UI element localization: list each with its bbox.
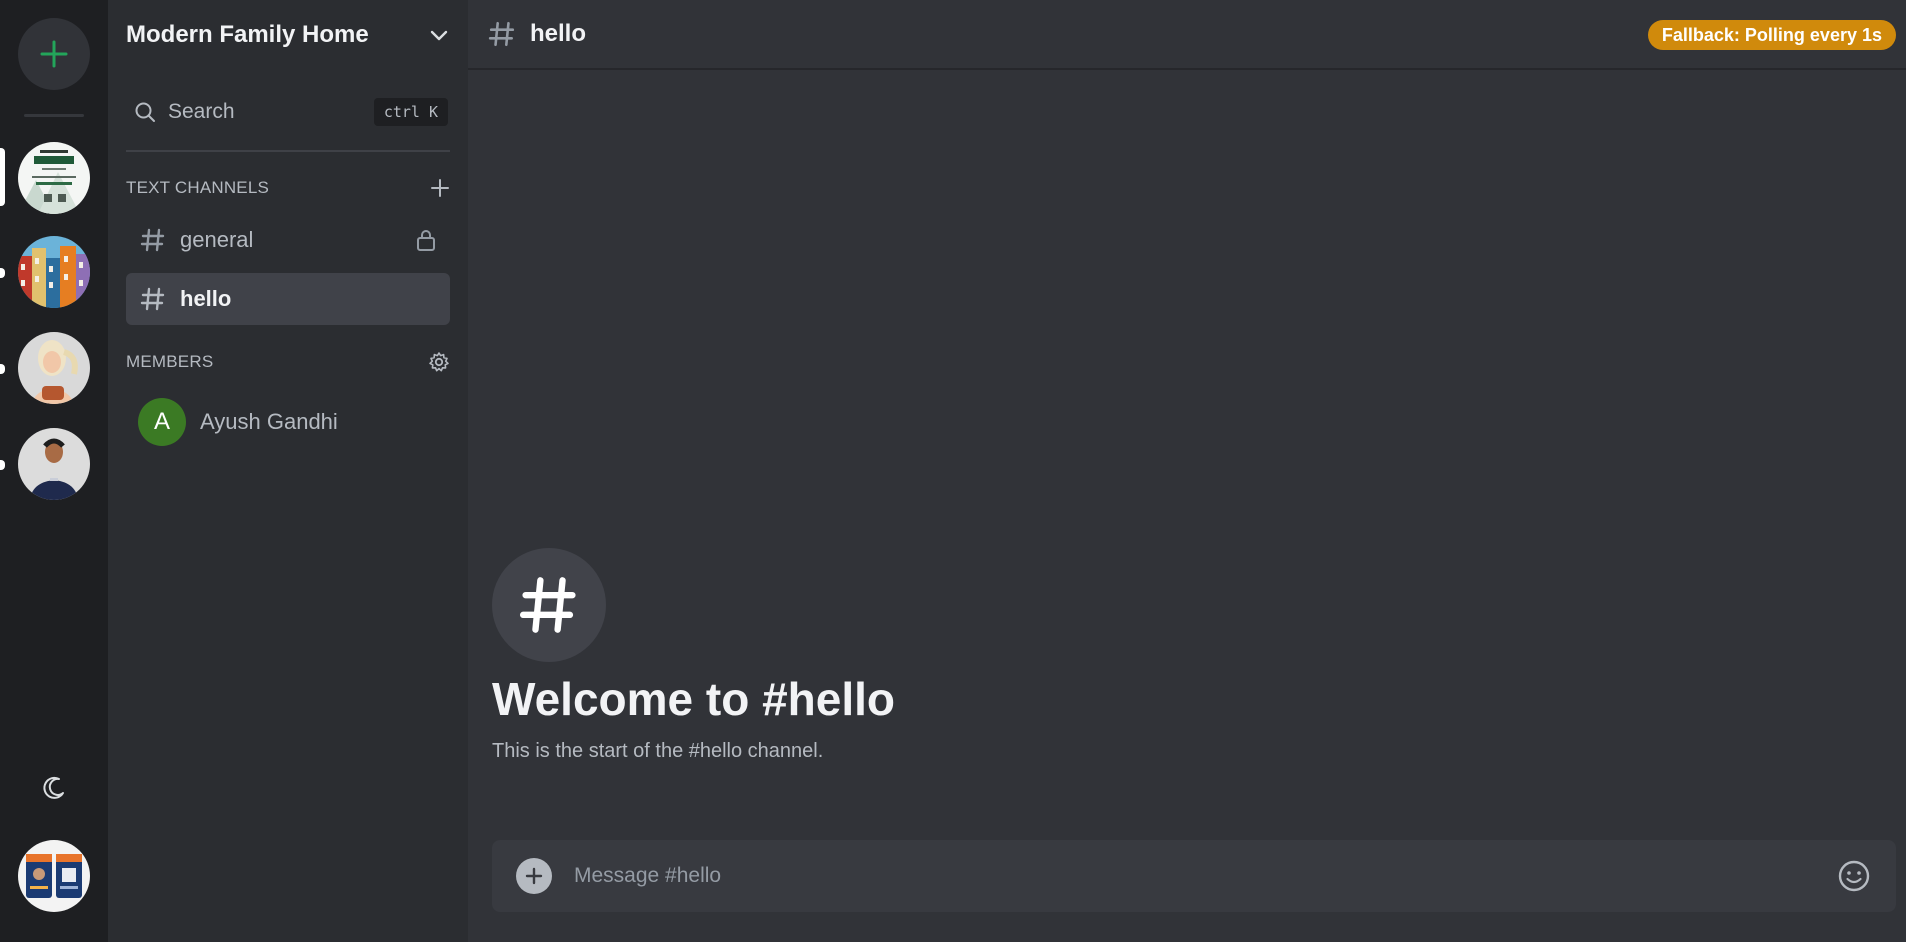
server-header[interactable]: Modern Family Home xyxy=(108,0,468,70)
search-label: Search xyxy=(168,100,235,123)
welcome-hashtag-badge xyxy=(492,548,606,662)
server-rail xyxy=(0,0,108,942)
unread-indicator xyxy=(0,460,5,470)
plus-icon xyxy=(40,40,68,68)
add-server-button[interactable] xyxy=(18,18,90,90)
server-icon-houses[interactable] xyxy=(18,236,90,308)
add-channel-icon[interactable] xyxy=(430,178,450,198)
status-badge: Fallback: Polling every 1s xyxy=(1647,20,1896,50)
houses-image xyxy=(18,236,90,308)
welcome-subtitle: This is the start of the #hello channel. xyxy=(492,740,824,762)
plus-icon xyxy=(525,867,543,885)
unread-indicator xyxy=(0,268,5,278)
server-icon-man[interactable] xyxy=(18,428,90,500)
user-avatar-button[interactable] xyxy=(18,840,90,912)
attach-button[interactable] xyxy=(516,858,552,894)
text-channels-header: TEXT CHANNELS xyxy=(126,176,450,200)
server-icon-portrait[interactable] xyxy=(18,332,90,404)
message-composer xyxy=(492,840,1896,912)
search-shortcut: ctrl K xyxy=(373,98,448,126)
search-icon xyxy=(135,102,155,122)
hashtag-icon xyxy=(140,228,165,252)
active-server-indicator xyxy=(0,148,5,206)
channel-name: hello xyxy=(180,286,232,311)
server-icon-certificate[interactable] xyxy=(18,142,90,214)
channel-title: hello xyxy=(530,20,587,47)
hashtag-icon xyxy=(488,21,515,47)
channel-item-hello[interactable]: hello xyxy=(126,273,450,325)
channel-name: general xyxy=(180,227,254,252)
hashtag-icon xyxy=(519,577,576,633)
theme-toggle-button[interactable] xyxy=(36,770,72,806)
member-avatar: A xyxy=(138,398,186,446)
gear-icon[interactable] xyxy=(428,351,450,373)
moon-icon xyxy=(43,776,64,799)
certificate-image xyxy=(18,142,90,214)
channel-sidebar: Modern Family Home Search ctrl K TEXT CH… xyxy=(108,0,468,942)
message-input[interactable] xyxy=(574,864,1836,888)
members-header: MEMBERS xyxy=(126,350,450,374)
member-name: Ayush Gandhi xyxy=(200,409,338,434)
emoji-button[interactable] xyxy=(1836,858,1872,894)
woman-portrait-image xyxy=(18,332,90,404)
channel-item-general[interactable]: general xyxy=(126,214,450,266)
hashtag-icon xyxy=(140,287,165,311)
welcome-title: Welcome to #hello xyxy=(492,673,896,725)
chevron-down-icon[interactable] xyxy=(428,24,450,46)
unread-indicator xyxy=(0,364,5,374)
search-button[interactable]: Search ctrl K xyxy=(134,92,448,132)
lock-icon xyxy=(417,230,435,251)
man-portrait-image xyxy=(18,428,90,500)
rail-divider xyxy=(24,114,84,117)
text-channels-title: TEXT CHANNELS xyxy=(126,178,270,197)
channel-header: hello Fallback: Polling every 1s xyxy=(468,0,1906,70)
member-item[interactable]: A Ayush Gandhi xyxy=(138,398,338,446)
profile-cards-image xyxy=(18,840,90,912)
sidebar-divider xyxy=(126,150,450,152)
main-chat-area: hello Fallback: Polling every 1s Welcome… xyxy=(468,0,1906,942)
smile-icon xyxy=(1838,860,1870,892)
members-title: MEMBERS xyxy=(126,352,214,371)
server-name: Modern Family Home xyxy=(126,21,369,48)
